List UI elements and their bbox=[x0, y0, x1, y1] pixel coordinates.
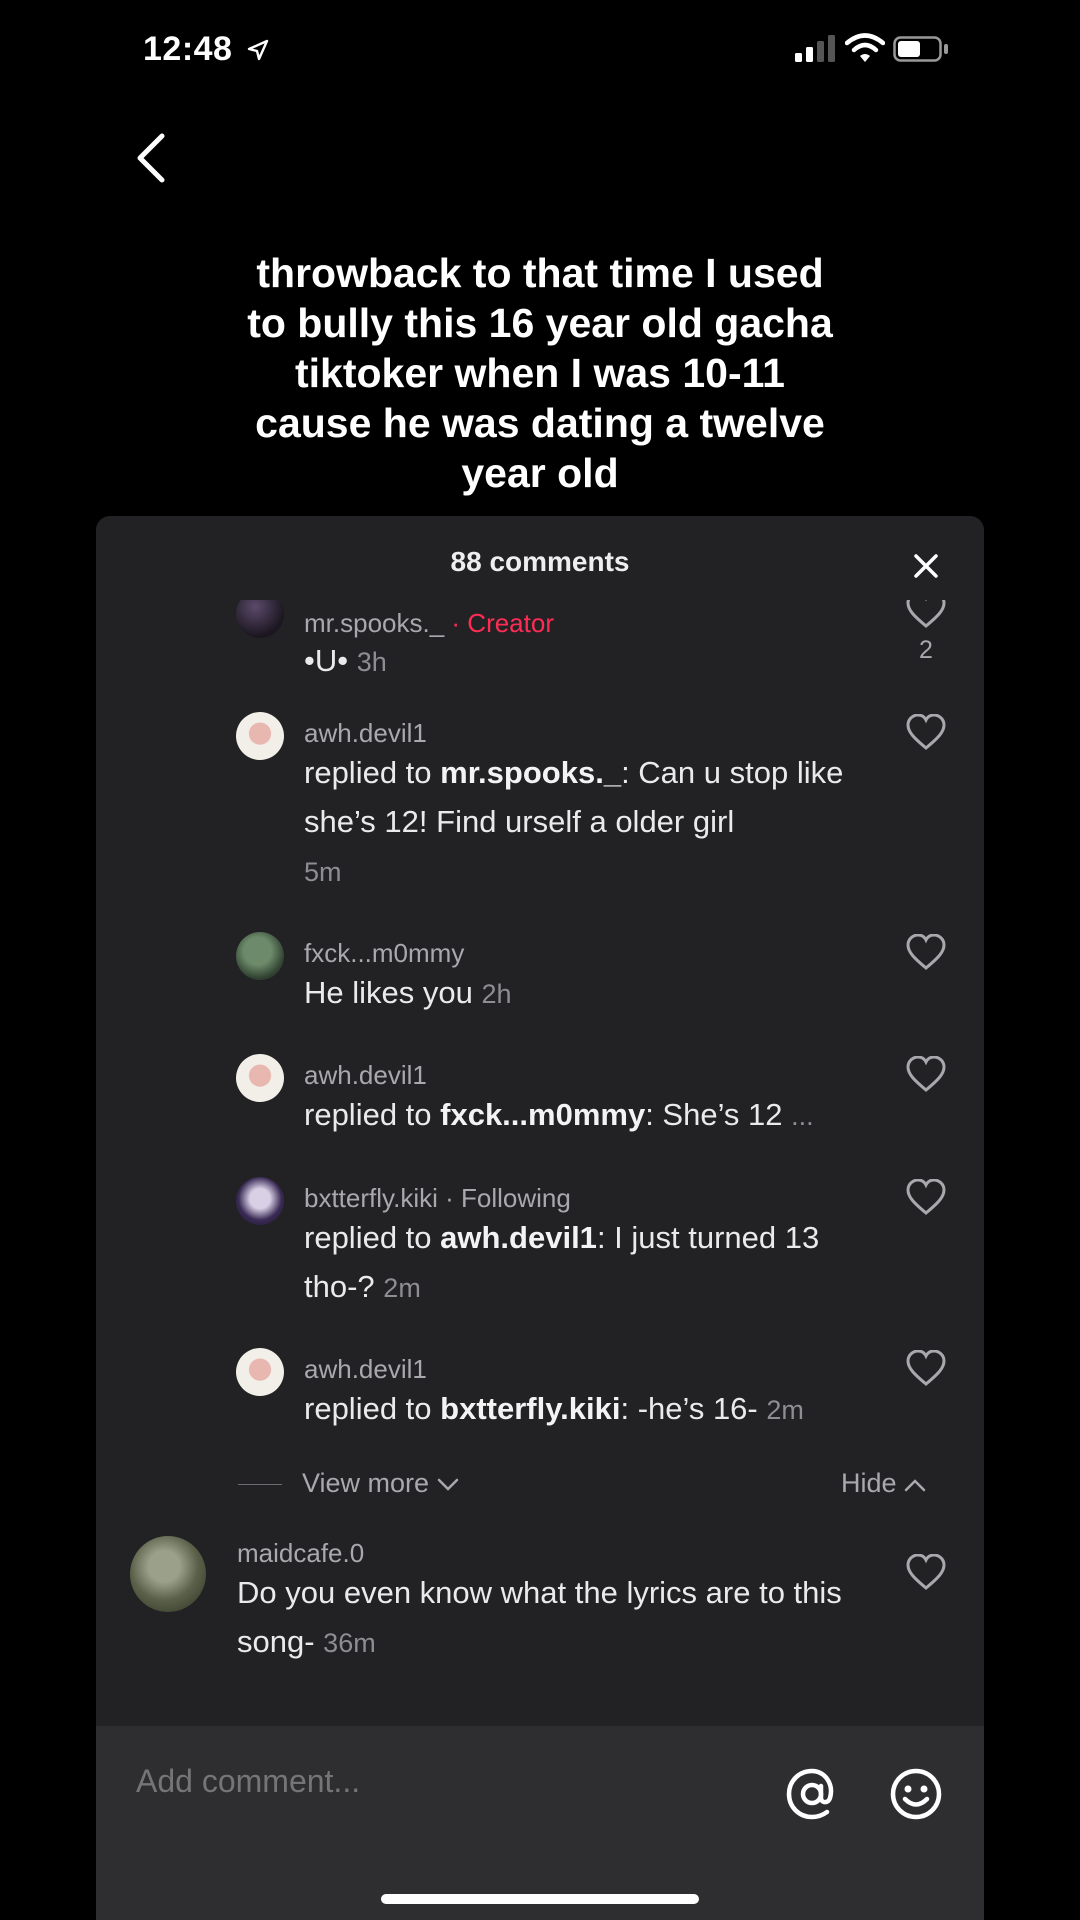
comment-timestamp: ... bbox=[791, 1101, 814, 1131]
comments-sheet: 88 comments mr.spooks._ · Creator •U• 3h… bbox=[96, 516, 984, 1920]
comment-input-bar bbox=[96, 1726, 984, 1920]
signal-icon bbox=[795, 35, 835, 62]
avatar[interactable] bbox=[130, 1536, 206, 1612]
list-item: mr.spooks._ · Creator •U• 3h 2 bbox=[96, 600, 984, 690]
comment-timestamp: 2m bbox=[766, 1395, 804, 1425]
comment-text: Do you even know what the lyrics are to … bbox=[237, 1575, 842, 1659]
list-item: bxtterfly.kiki · Following replied to aw… bbox=[96, 1175, 984, 1325]
avatar[interactable] bbox=[236, 1054, 284, 1102]
comment-username[interactable]: mr.spooks._ · Creator bbox=[304, 608, 554, 639]
heart-icon[interactable] bbox=[906, 1554, 946, 1590]
heart-icon[interactable] bbox=[906, 600, 946, 628]
list-item: maidcafe.0 Do you even know what the lyr… bbox=[96, 1536, 984, 1716]
avatar[interactable] bbox=[236, 932, 284, 980]
comment-timestamp: 3h bbox=[356, 647, 387, 677]
username-text: bxtterfly.kiki bbox=[304, 1183, 438, 1213]
creator-badge: · Creator bbox=[451, 608, 554, 638]
username-text: mr.spooks._ bbox=[304, 608, 445, 638]
back-chevron-icon[interactable] bbox=[128, 128, 176, 188]
avatar[interactable] bbox=[236, 600, 284, 638]
list-item: awh.devil1 replied to mr.spooks._: Can u… bbox=[96, 710, 984, 910]
sheet-header: 88 comments bbox=[96, 516, 984, 612]
comment-timestamp: 2h bbox=[481, 979, 512, 1009]
list-item: awh.devil1 replied to bxtterfly.kiki: -h… bbox=[96, 1346, 984, 1446]
comment-username[interactable]: fxck...m0mmy bbox=[304, 938, 464, 969]
home-indicator bbox=[381, 1894, 699, 1904]
reply-mention[interactable]: bxtterfly.kiki bbox=[440, 1391, 620, 1426]
divider bbox=[238, 1484, 282, 1485]
comment-username[interactable]: maidcafe.0 bbox=[237, 1538, 364, 1569]
comment-username[interactable]: awh.devil1 bbox=[304, 718, 427, 749]
comment-username[interactable]: awh.devil1 bbox=[304, 1354, 427, 1385]
comment-username[interactable]: bxtterfly.kiki · Following bbox=[304, 1183, 571, 1214]
reply-mention[interactable]: mr.spooks._ bbox=[440, 755, 621, 790]
following-badge: · Following bbox=[445, 1183, 571, 1213]
add-comment-input[interactable] bbox=[134, 1762, 658, 1801]
close-icon[interactable] bbox=[906, 546, 946, 586]
status-time: 12:48 bbox=[143, 30, 233, 68]
comment-text: He likes you 2h bbox=[304, 975, 512, 1010]
battery-icon bbox=[893, 36, 948, 62]
heart-icon[interactable] bbox=[906, 934, 946, 970]
comment-username[interactable]: awh.devil1 bbox=[304, 1060, 427, 1091]
view-more-button[interactable]: View more bbox=[302, 1468, 459, 1499]
comments-list[interactable]: mr.spooks._ · Creator •U• 3h 2 awh.devil… bbox=[96, 600, 984, 1726]
reply-mention[interactable]: fxck...m0mmy bbox=[440, 1097, 645, 1132]
chevron-down-icon bbox=[437, 1478, 458, 1491]
avatar[interactable] bbox=[236, 1348, 284, 1396]
at-sign-icon[interactable] bbox=[784, 1766, 840, 1822]
comment-timestamp: 2m bbox=[383, 1273, 421, 1303]
reply-mention[interactable]: awh.devil1 bbox=[440, 1220, 597, 1255]
comment-text: replied to mr.spooks._: Can u stop like … bbox=[304, 755, 844, 887]
emoji-icon[interactable] bbox=[888, 1766, 944, 1822]
heart-icon[interactable] bbox=[906, 1056, 946, 1092]
comment-text: replied to awh.devil1: I just turned 13 … bbox=[304, 1220, 820, 1304]
comment-timestamp: 36m bbox=[323, 1628, 376, 1658]
comments-count: 88 comments bbox=[450, 546, 630, 577]
comment-timestamp: 5m bbox=[304, 857, 342, 887]
hide-button[interactable]: Hide bbox=[841, 1468, 926, 1499]
comment-text: •U• 3h bbox=[304, 643, 387, 678]
location-arrow-icon bbox=[247, 39, 269, 61]
replies-toggle-row: View more Hide bbox=[96, 1464, 984, 1504]
wifi-icon bbox=[845, 33, 885, 62]
like-count: 2 bbox=[919, 636, 933, 664]
heart-icon[interactable] bbox=[906, 1179, 946, 1215]
heart-icon[interactable] bbox=[906, 1350, 946, 1386]
comment-text: replied to fxck...m0mmy: She’s 12 ... bbox=[304, 1097, 814, 1132]
status-bar: 12:48 bbox=[0, 0, 1080, 100]
list-item: awh.devil1 replied to fxck...m0mmy: She’… bbox=[96, 1052, 984, 1152]
comment-text: replied to bxtterfly.kiki: -he’s 16- 2m bbox=[304, 1391, 804, 1426]
avatar[interactable] bbox=[236, 1177, 284, 1225]
video-caption: throwback to that time I used to bully t… bbox=[247, 250, 833, 496]
chevron-up-icon bbox=[904, 1479, 926, 1492]
list-item: fxck...m0mmy He likes you 2h bbox=[96, 930, 984, 1030]
heart-icon[interactable] bbox=[906, 714, 946, 750]
avatar[interactable] bbox=[236, 712, 284, 760]
